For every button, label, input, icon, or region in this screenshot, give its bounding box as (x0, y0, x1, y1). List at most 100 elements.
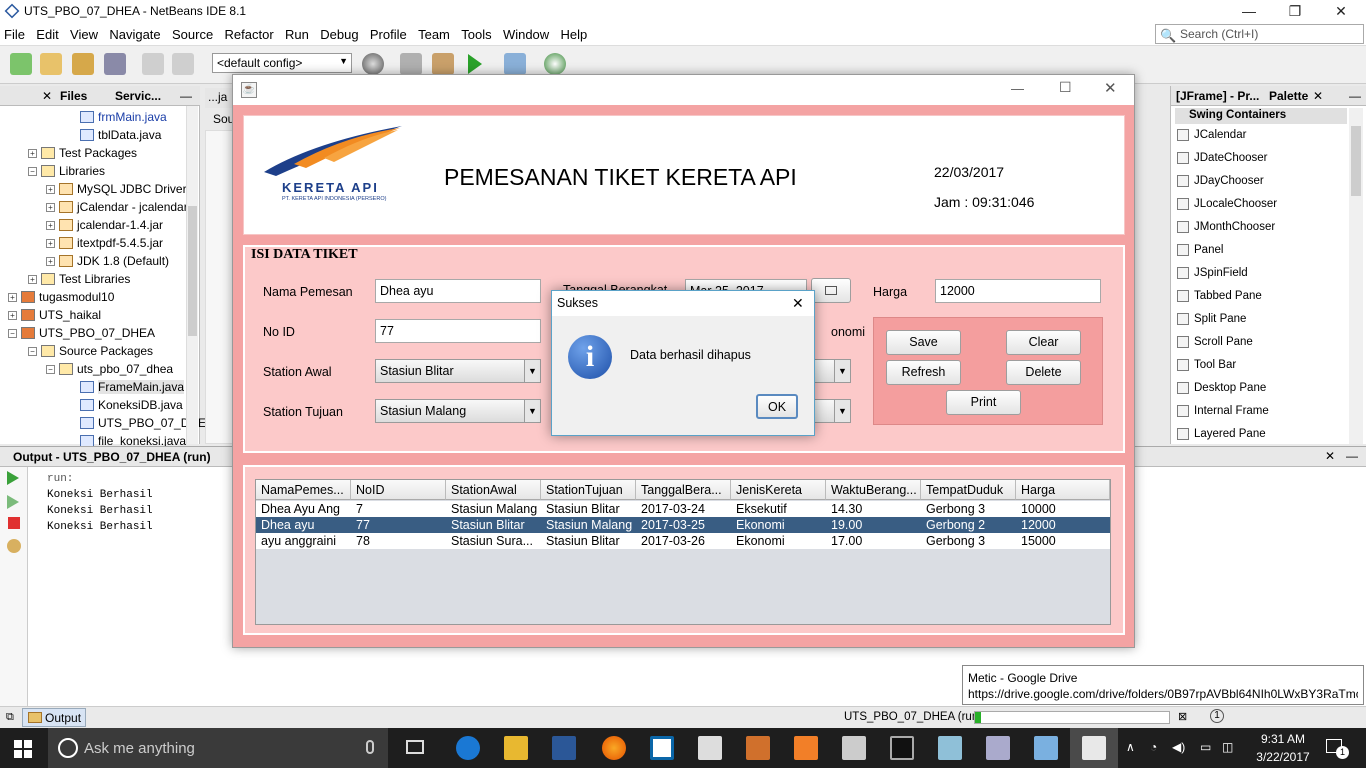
palette-item[interactable]: Tool Bar (1177, 356, 1236, 374)
table-row[interactable]: Dhea Ayu Ang 7 Stasiun Malang Stasiun Bl… (256, 501, 1110, 517)
minimize-panel-icon[interactable]: — (180, 89, 192, 103)
redo-icon[interactable] (172, 53, 194, 75)
ticket-table[interactable]: NamaPemes... NoID StationAwal StationTuj… (255, 479, 1111, 625)
menu-debug[interactable]: Debug (316, 24, 362, 42)
virtualbox-icon[interactable] (1034, 736, 1058, 760)
menu-window[interactable]: Window (499, 24, 553, 42)
frame-minimize-button[interactable]: — (1011, 81, 1024, 96)
tree-item[interactable]: itextpdf-5.4.5.jar (77, 236, 163, 250)
stop-icon[interactable] (8, 517, 20, 529)
java-taskbar-button[interactable] (1070, 728, 1118, 768)
build-icon[interactable] (400, 53, 422, 75)
search-input[interactable]: Search (Ctrl+I) (1155, 24, 1364, 44)
open-project-icon[interactable] (72, 53, 94, 75)
palette-item[interactable]: JDateChooser (1177, 149, 1268, 167)
palette-section-header[interactable]: Swing Containers (1175, 108, 1347, 124)
print-button[interactable]: Print (946, 390, 1021, 415)
chevron-up-icon[interactable]: ∧ (1126, 740, 1135, 754)
globe-icon[interactable] (362, 53, 384, 75)
tempat-duduk-select[interactable]: ▼ (811, 399, 851, 423)
action-icon[interactable]: ◫ (1222, 740, 1233, 754)
ok-button[interactable]: OK (756, 394, 798, 419)
table-header[interactable]: Harga (1016, 480, 1110, 500)
rerun-with-params-icon[interactable] (7, 495, 19, 509)
app-window-icon[interactable] (650, 736, 674, 760)
tree-item[interactable]: UTS_PBO_07_DHEA (39, 326, 155, 340)
file-explorer-icon[interactable] (504, 736, 528, 760)
palette-item[interactable]: JLocaleChooser (1177, 195, 1277, 213)
tree-scrollbar[interactable] (186, 106, 198, 444)
keyboard-icon[interactable]: ▭ (1200, 740, 1211, 754)
volume-icon[interactable]: ◀) (1172, 740, 1185, 754)
maximize-button[interactable]: ❐ (1272, 0, 1318, 24)
minimize-panel-icon[interactable]: — (1346, 449, 1358, 463)
save-all-icon[interactable] (104, 53, 126, 75)
palette-scrollbar[interactable] (1349, 108, 1363, 444)
clock-date[interactable]: 3/22/2017 (1252, 750, 1314, 764)
paint-icon[interactable] (986, 736, 1010, 760)
task-view-icon[interactable] (406, 740, 424, 754)
palette-item[interactable]: Split Pane (1177, 310, 1246, 328)
clock-time[interactable]: 9:31 AM (1255, 732, 1311, 746)
tree-item[interactable]: jCalendar - jcalendar (77, 200, 188, 214)
notepad-icon[interactable] (938, 736, 962, 760)
close-icon[interactable]: ✕ (1325, 449, 1335, 463)
network-icon[interactable]: ◔ (1150, 740, 1157, 754)
rerun-icon[interactable] (7, 471, 19, 485)
cortana-search[interactable]: Ask me anything (48, 728, 388, 768)
noid-field[interactable]: 77 (375, 319, 541, 343)
store-icon[interactable] (698, 736, 722, 760)
expand-icon[interactable]: + (46, 238, 55, 248)
run-icon[interactable] (468, 54, 482, 74)
harga-field[interactable]: 12000 (935, 279, 1101, 303)
collapse-icon[interactable]: − (8, 328, 17, 338)
tree-item[interactable]: frmMain.java (98, 110, 167, 124)
tree-item[interactable]: Libraries (59, 164, 105, 178)
table-header[interactable]: TempatDuduk (921, 480, 1016, 500)
firefox-icon[interactable] (602, 736, 626, 760)
profile-icon[interactable] (544, 53, 566, 75)
palette-item[interactable]: JMonthChooser (1177, 218, 1275, 236)
tree-item[interactable]: Source Packages (59, 344, 153, 358)
menu-edit[interactable]: Edit (32, 24, 62, 42)
station-tujuan-select[interactable]: Stasiun Malang ▼ (375, 399, 541, 423)
menu-profile[interactable]: Profile (366, 24, 411, 42)
menu-file[interactable]: File (0, 24, 29, 42)
frame-close-button[interactable]: ✕ (1104, 79, 1117, 97)
microphone-icon[interactable] (366, 740, 374, 754)
tab-palette[interactable]: Palette (1269, 89, 1308, 103)
table-header[interactable]: WaktuBerang... (826, 480, 921, 500)
palette-item[interactable]: JDayChooser (1177, 172, 1264, 190)
nama-field[interactable]: Dhea ayu (375, 279, 541, 303)
tree-item[interactable]: tugasmodul10 (39, 290, 114, 304)
tab-jframe-properties[interactable]: [JFrame] - Pr... (1176, 89, 1259, 103)
table-header[interactable]: JenisKereta (731, 480, 826, 500)
tree-item[interactable]: tblData.java (98, 128, 161, 142)
tree-item[interactable]: FrameMain.java (98, 380, 185, 394)
table-row-selected[interactable]: Dhea ayu 77 Stasiun Blitar Stasiun Malan… (256, 517, 1110, 533)
save-button[interactable]: Save (886, 330, 961, 355)
menu-tools[interactable]: Tools (457, 24, 495, 42)
editor-tab[interactable]: ...ja (205, 88, 235, 108)
word-icon[interactable] (552, 736, 576, 760)
new-file-icon[interactable] (10, 53, 32, 75)
xampp-icon[interactable] (794, 736, 818, 760)
tree-item[interactable]: KoneksiDB.java (98, 398, 183, 412)
table-header[interactable]: StationTujuan (541, 480, 636, 500)
collapse-icon[interactable]: − (46, 364, 55, 374)
expand-icon[interactable]: + (28, 148, 37, 158)
clean-build-icon[interactable] (432, 53, 454, 75)
table-header[interactable]: StationAwal (446, 480, 541, 500)
palette-item[interactable]: Panel (1177, 241, 1223, 259)
menu-navigate[interactable]: Navigate (105, 24, 164, 42)
table-row[interactable]: ayu anggraini 78 Stasiun Sura... Stasiun… (256, 533, 1110, 549)
tab-services[interactable]: Servic... (115, 89, 161, 103)
table-header[interactable]: TanggalBera... (636, 480, 731, 500)
table-header[interactable]: NamaPemes... (256, 480, 351, 500)
station-awal-select[interactable]: Stasiun Blitar ▼ (375, 359, 541, 383)
expand-icon[interactable]: + (46, 184, 55, 194)
undo-icon[interactable] (142, 53, 164, 75)
cancel-progress-icon[interactable]: ⊠ (1178, 710, 1187, 723)
calendar-button[interactable] (811, 278, 851, 303)
config-select[interactable]: <default config> ▼ (212, 53, 352, 73)
